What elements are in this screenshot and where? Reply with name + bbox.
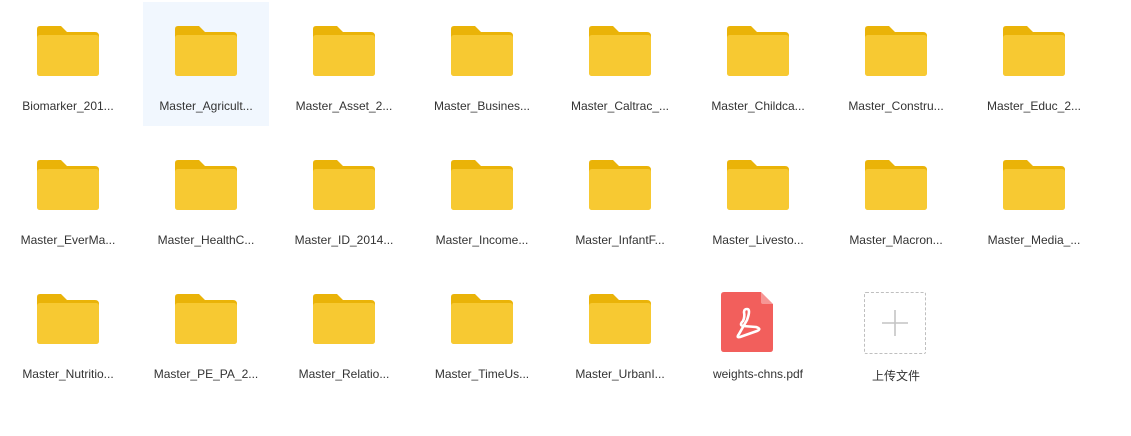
folder-icon: [175, 26, 237, 76]
file-name-label: Master_HealthC...: [157, 233, 255, 247]
folder-tile[interactable]: Master_Media_...: [971, 136, 1097, 260]
folder-tile[interactable]: Master_PE_PA_2...: [143, 270, 269, 394]
file-name-label: Master_Media_...: [987, 233, 1081, 247]
folder-tile[interactable]: Master_Constru...: [833, 2, 959, 126]
folder-tile[interactable]: Master_Income...: [419, 136, 545, 260]
folder-icon: [589, 160, 651, 212]
folder-tile[interactable]: Master_Childca...: [695, 2, 821, 126]
upload-dropzone[interactable]: [864, 292, 926, 354]
folder-tile[interactable]: Master_Educ_2...: [971, 2, 1097, 126]
folder-icon: [865, 160, 927, 212]
folder-tile[interactable]: Master_UrbanI...: [557, 270, 683, 394]
folder-tile[interactable]: Master_Caltrac_...: [557, 2, 683, 126]
folder-icon: [37, 26, 99, 78]
folder-tile[interactable]: Master_Macron...: [833, 136, 959, 260]
file-name-label: Master_PE_PA_2...: [153, 367, 259, 381]
file-tile-pdf[interactable]: weights-chns.pdf: [695, 270, 821, 394]
folder-tile[interactable]: Biomarker_201...: [5, 2, 131, 126]
file-name-label: Master_EverMa...: [20, 233, 116, 247]
folder-icon: [727, 26, 789, 76]
upload-file-button[interactable]: 上传文件: [833, 270, 959, 394]
folder-tile[interactable]: Master_TimeUs...: [419, 270, 545, 394]
folder-tile[interactable]: Master_Relatio...: [281, 270, 407, 394]
file-name-label: Master_TimeUs...: [434, 367, 530, 381]
file-name-label: Master_Asset_2...: [295, 99, 393, 113]
folder-tile[interactable]: Master_ID_2014...: [281, 136, 407, 260]
folder-icon: [1003, 26, 1065, 76]
folder-icon: [37, 294, 99, 344]
folder-tile[interactable]: Master_HealthC...: [143, 136, 269, 260]
folder-icon: [727, 26, 789, 78]
file-name-label: Master_Childca...: [711, 99, 805, 113]
folder-tile[interactable]: Master_Nutritio...: [5, 270, 131, 394]
folder-tile[interactable]: Master_Asset_2...: [281, 2, 407, 126]
folder-icon: [1003, 26, 1065, 78]
file-name-label: Master_Relatio...: [298, 367, 390, 381]
folder-icon: [589, 160, 651, 210]
file-name-label: Master_Nutritio...: [22, 367, 114, 381]
folder-icon: [37, 294, 99, 346]
folder-icon: [37, 26, 99, 76]
file-name-label: Master_UrbanI...: [575, 367, 665, 381]
file-name-label: Master_Income...: [435, 233, 529, 247]
folder-icon: [451, 160, 513, 212]
folder-icon: [175, 294, 237, 344]
pdf-icon: [721, 292, 789, 352]
folder-icon: [37, 160, 99, 212]
pdf-file-icon: [721, 292, 773, 352]
file-name-label: Master_Livesto...: [712, 233, 804, 247]
folder-icon: [451, 294, 513, 344]
folder-icon: [589, 26, 651, 76]
file-name-label: Master_Caltrac_...: [570, 99, 670, 113]
folder-icon: [727, 160, 789, 212]
folder-icon: [175, 160, 237, 210]
folder-icon: [313, 294, 375, 344]
folder-icon: [175, 294, 237, 346]
file-name-label: Master_Constru...: [848, 99, 944, 113]
file-name-label: weights-chns.pdf: [712, 367, 804, 381]
folder-icon: [451, 160, 513, 210]
upload-file-label: 上传文件: [871, 369, 920, 383]
folder-icon: [313, 160, 375, 210]
folder-icon: [313, 294, 375, 346]
folder-tile[interactable]: Master_EverMa...: [5, 136, 131, 260]
folder-icon: [37, 160, 99, 210]
folder-icon: [1003, 160, 1065, 210]
file-name-label: Master_ID_2014...: [294, 233, 394, 247]
folder-icon: [589, 26, 651, 78]
file-name-label: Master_Busines...: [433, 99, 531, 113]
folder-icon: [451, 26, 513, 78]
folder-icon: [313, 26, 375, 78]
plus-icon: [882, 310, 908, 336]
folder-icon: [1003, 160, 1065, 212]
folder-icon: [865, 160, 927, 210]
folder-icon: [589, 294, 651, 344]
folder-tile[interactable]: Master_Agricult...: [143, 2, 269, 126]
folder-icon: [313, 26, 375, 76]
folder-icon: [175, 26, 237, 78]
folder-icon: [175, 160, 237, 212]
folder-icon: [865, 26, 927, 76]
file-name-label: Master_Agricult...: [159, 99, 253, 113]
folder-icon: [451, 26, 513, 76]
folder-icon: [727, 160, 789, 210]
folder-icon: [313, 160, 375, 212]
file-name-label: Biomarker_201...: [22, 99, 114, 113]
folder-icon: [451, 294, 513, 346]
folder-tile[interactable]: Master_Busines...: [419, 2, 545, 126]
file-name-label: Master_Educ_2...: [986, 99, 1082, 113]
folder-icon: [589, 294, 651, 346]
file-name-label: Master_Macron...: [849, 233, 943, 247]
folder-tile[interactable]: Master_InfantF...: [557, 136, 683, 260]
file-name-label: Master_InfantF...: [575, 233, 665, 247]
folder-icon: [865, 26, 927, 78]
folder-tile[interactable]: Master_Livesto...: [695, 136, 821, 260]
